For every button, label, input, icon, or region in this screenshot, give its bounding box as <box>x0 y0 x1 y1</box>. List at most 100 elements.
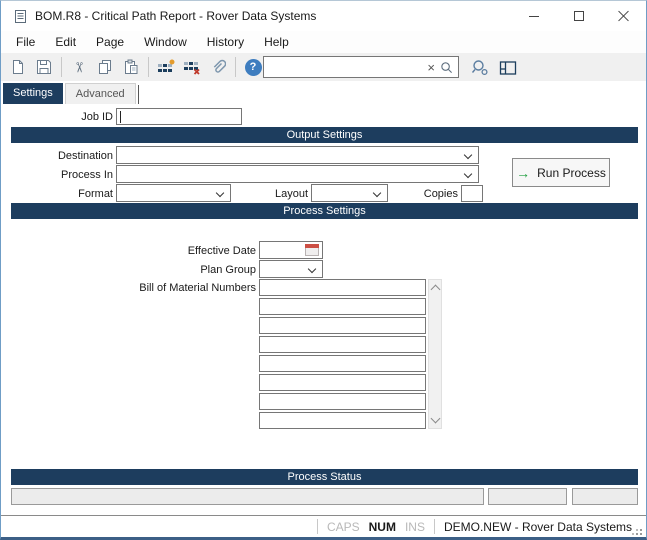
destination-label: Destination <box>1 150 113 162</box>
process-settings-banner: Process Settings <box>11 203 638 219</box>
scroll-up-icon[interactable] <box>431 285 441 295</box>
bom-number-input[interactable] <box>259 374 426 391</box>
copies-input[interactable] <box>461 185 483 202</box>
tab-advanced[interactable]: Advanced <box>65 83 136 104</box>
chevron-down-icon <box>464 151 472 159</box>
plan-group-select[interactable] <box>259 260 323 278</box>
bom-number-input[interactable] <box>259 412 426 429</box>
bom-number-input[interactable] <box>259 317 426 334</box>
chevron-down-icon <box>464 170 472 178</box>
bom-number-input[interactable] <box>259 298 426 315</box>
grid-delete-row-button[interactable] <box>179 55 205 79</box>
new-document-icon <box>10 59 26 75</box>
grid-delete-row-icon <box>183 59 201 75</box>
resize-grip[interactable] <box>640 533 642 535</box>
format-label: Format <box>1 188 113 200</box>
cut-icon: ✂ <box>70 61 87 73</box>
title-bar: BOM.R8 - Critical Path Report - Rover Da… <box>1 1 646 31</box>
bom-number-input[interactable] <box>259 336 426 353</box>
job-id-input[interactable] <box>116 108 242 125</box>
copy-button[interactable] <box>92 55 118 79</box>
save-icon <box>36 59 52 75</box>
copies-label: Copies <box>396 188 458 200</box>
attachment-button[interactable] <box>205 55 231 79</box>
attachment-icon <box>210 59 226 75</box>
ins-indicator: INS <box>405 520 425 534</box>
status-bar: CAPS NUM INS DEMO.NEW - Rover Data Syste… <box>1 516 646 537</box>
status-timer-box <box>572 488 638 505</box>
plan-group-label: Plan Group <box>1 264 256 276</box>
effective-date-label: Effective Date <box>1 245 256 257</box>
menu-bar: File Edit Page Window History Help <box>1 31 646 53</box>
copy-icon <box>97 59 113 75</box>
window-title: BOM.R8 - Critical Path Report - Rover Da… <box>35 9 316 23</box>
tab-separator <box>138 85 139 104</box>
search-input[interactable] <box>264 58 424 76</box>
close-button[interactable] <box>601 1 646 31</box>
num-indicator: NUM <box>369 520 396 534</box>
bom-number-input[interactable] <box>259 393 426 410</box>
run-process-label: Run Process <box>537 166 606 180</box>
effective-date-input[interactable] <box>259 241 323 259</box>
grid-add-row-button[interactable] <box>153 55 179 79</box>
minimize-icon <box>529 16 539 17</box>
chevron-down-icon <box>373 189 381 197</box>
tab-bar: Settings Advanced <box>1 83 139 104</box>
toolbar-separator <box>148 57 149 77</box>
chevron-down-icon <box>216 189 224 197</box>
destination-select[interactable] <box>116 146 479 164</box>
process-status-banner: Process Status <box>11 469 638 485</box>
panel-layout-icon <box>499 60 517 76</box>
menu-window[interactable]: Window <box>134 31 197 53</box>
app-window: BOM.R8 - Critical Path Report - Rover Da… <box>0 0 647 540</box>
bom-number-input[interactable] <box>259 355 426 372</box>
calendar-icon[interactable] <box>305 244 319 256</box>
process-in-select[interactable] <box>116 165 479 183</box>
bom-numbers-label: Bill of Material Numbers <box>1 282 256 294</box>
job-id-label: Job ID <box>1 111 113 123</box>
grid-add-row-icon <box>157 59 175 75</box>
bom-list <box>259 279 426 431</box>
connection-status: DEMO.NEW - Rover Data Systems <box>444 520 632 534</box>
toolbar-separator <box>61 57 62 77</box>
menu-history[interactable]: History <box>197 31 254 53</box>
panel-layout-button[interactable] <box>495 56 521 80</box>
statusbar-separator <box>317 519 318 534</box>
maximize-button[interactable] <box>556 1 601 31</box>
minimize-button[interactable] <box>511 1 556 31</box>
layout-label: Layout <box>241 188 308 200</box>
document-icon <box>14 9 27 24</box>
status-message-box <box>11 488 484 505</box>
menu-page[interactable]: Page <box>86 31 134 53</box>
chevron-down-icon <box>308 265 316 273</box>
close-icon <box>618 10 630 22</box>
search-clear-icon[interactable]: × <box>424 60 438 75</box>
statusbar-separator <box>434 519 435 534</box>
maximize-icon <box>574 11 584 21</box>
layout-select[interactable] <box>311 184 388 202</box>
bom-scrollbar[interactable] <box>428 279 442 429</box>
run-process-button[interactable]: → Run Process <box>512 158 610 187</box>
caps-indicator: CAPS <box>327 520 360 534</box>
record-lookup-button[interactable] <box>467 56 493 80</box>
scroll-down-icon[interactable] <box>431 414 441 424</box>
cut-button[interactable]: ✂ <box>66 55 92 79</box>
help-icon: ? <box>245 59 262 76</box>
text-caret <box>120 111 121 123</box>
output-settings-banner: Output Settings <box>11 127 638 143</box>
toolbar-search: × <box>263 56 459 78</box>
record-lookup-icon <box>471 59 489 77</box>
tab-settings[interactable]: Settings <box>3 83 63 104</box>
bom-number-input[interactable] <box>259 279 426 296</box>
menu-help[interactable]: Help <box>254 31 299 53</box>
toolbar: ✂ ? × <box>1 53 646 81</box>
paste-icon <box>123 59 139 75</box>
save-button[interactable] <box>31 55 57 79</box>
menu-file[interactable]: File <box>6 31 45 53</box>
menu-edit[interactable]: Edit <box>45 31 86 53</box>
paste-button[interactable] <box>118 55 144 79</box>
format-select[interactable] <box>116 184 231 202</box>
search-icon[interactable] <box>438 61 458 74</box>
status-counter-box <box>488 488 567 505</box>
new-document-button[interactable] <box>5 55 31 79</box>
